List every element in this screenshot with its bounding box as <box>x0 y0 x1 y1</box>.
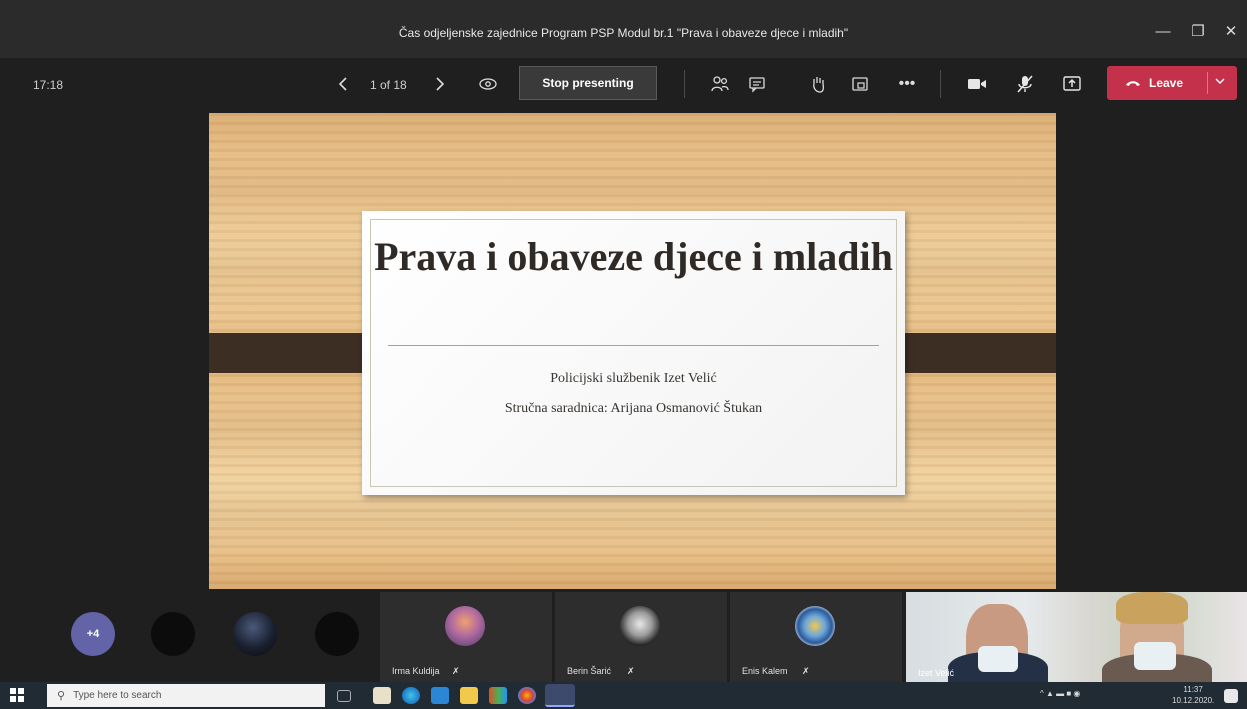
chat-icon[interactable] <box>744 71 770 97</box>
leave-button[interactable]: Leave <box>1107 66 1237 100</box>
participant-tile[interactable]: Irma Kuldija ✗ <box>380 592 552 682</box>
breakout-rooms-icon[interactable] <box>847 71 873 97</box>
system-time: 11:37 <box>1183 685 1203 694</box>
windows-start-icon[interactable] <box>10 688 26 704</box>
search-placeholder: Type here to search <box>73 690 162 701</box>
chevron-left-icon[interactable] <box>330 71 356 97</box>
participant-name: Enis Kalem <box>742 666 788 676</box>
camera-icon[interactable] <box>964 71 990 97</box>
mic-off-icon: ✗ <box>452 666 460 676</box>
teams-window: Čas odjeljenske zajednice Program PSP Mo… <box>0 0 1247 709</box>
chevron-right-icon[interactable] <box>427 71 453 97</box>
mic-off-icon: ✗ <box>627 666 635 676</box>
system-date: 10.12.2020. <box>1172 696 1215 705</box>
toolbar-divider <box>940 70 941 98</box>
slide-divider <box>388 345 879 346</box>
eye-icon[interactable] <box>475 71 501 97</box>
avatar[interactable] <box>315 612 359 656</box>
slide-title: Prava i obaveze djece i mladih <box>374 234 893 279</box>
slide-band-right <box>887 333 1056 373</box>
participant-tile[interactable]: Berin Šarić ✗ <box>555 592 727 682</box>
edge-icon[interactable] <box>402 687 420 704</box>
person-hair <box>1116 592 1188 624</box>
slide-title-card: Prava i obaveze djece i mladih Policijsk… <box>362 211 905 495</box>
system-clock: 11:37 10.12.2020. <box>1172 684 1214 706</box>
search-icon: ⚲ <box>57 690 66 702</box>
leave-separator <box>1207 72 1208 94</box>
avatar[interactable] <box>233 612 277 656</box>
participants-icon[interactable] <box>707 71 733 97</box>
toolbar-divider <box>684 70 685 98</box>
taskbar-search-box[interactable]: ⚲ Type here to search <box>47 684 325 707</box>
more-participants-badge[interactable]: +4 <box>71 612 115 656</box>
phone-icon <box>1125 76 1141 91</box>
participant-name: Izet Velić <box>918 668 955 678</box>
avatar <box>445 606 485 646</box>
mic-off-icon: ✗ <box>802 666 810 676</box>
participant-tile[interactable]: Enis Kalem ✗ <box>730 592 902 682</box>
minimize-icon[interactable]: — <box>1148 20 1178 44</box>
more-icon[interactable]: ••• <box>894 71 920 97</box>
teams-taskbar-icon[interactable] <box>545 684 575 707</box>
maximize-icon[interactable]: ❐ <box>1183 20 1213 44</box>
video-feed-tile[interactable]: Izet Velić <box>906 592 1247 682</box>
notification-icon[interactable] <box>1224 689 1238 703</box>
face-mask <box>1134 642 1176 670</box>
participant-name: Berin Šarić <box>567 666 612 676</box>
leave-label: Leave <box>1149 76 1184 90</box>
avatar[interactable] <box>151 612 195 656</box>
slide-presenter: Policijski službenik Izet Velić <box>550 371 717 386</box>
close-icon[interactable]: ✕ <box>1216 20 1246 44</box>
chevron-down-icon[interactable] <box>1215 74 1225 88</box>
file-explorer-icon[interactable] <box>460 687 478 704</box>
slide-band-left <box>209 333 381 373</box>
window-title: Čas odjeljenske zajednice Program PSP Mo… <box>398 26 849 40</box>
mic-off-icon[interactable] <box>1012 71 1038 97</box>
participant-strip: +4 Irma Kuldija ✗ Berin Šarić ✗ Enis Kal… <box>0 592 1247 682</box>
slide-assistant: Stručna saradnica: Arijana Osmanović Štu… <box>504 401 763 416</box>
chrome-icon[interactable] <box>518 687 536 704</box>
share-icon[interactable] <box>1059 71 1085 97</box>
mail-icon[interactable] <box>431 687 449 704</box>
title-bar: Čas odjeljenske zajednice Program PSP Mo… <box>0 0 1247 58</box>
task-view-icon[interactable] <box>337 690 351 702</box>
avatar <box>620 606 660 646</box>
meeting-timer: 17:18 <box>33 78 64 92</box>
participant-name: Irma Kuldija <box>392 666 440 676</box>
stop-presenting-button[interactable]: Stop presenting <box>519 66 657 100</box>
face-mask <box>978 646 1018 672</box>
meeting-toolbar: 17:18 1 of 18 Stop presenting ••• Leave <box>0 58 1247 112</box>
avatar <box>795 606 835 646</box>
store-icon[interactable] <box>373 687 391 704</box>
app-icon[interactable] <box>489 687 507 704</box>
raise-hand-icon[interactable] <box>805 71 831 97</box>
shared-slide: Prava i obaveze djece i mladih Policijsk… <box>209 113 1056 589</box>
windows-taskbar: ⚲ Type here to search ^ ▲ ▬ ■ ◉ 11:37 10… <box>0 682 1247 709</box>
system-tray-icons[interactable]: ^ ▲ ▬ ■ ◉ <box>1040 689 1080 698</box>
slide-page-count: 1 of 18 <box>370 78 407 92</box>
